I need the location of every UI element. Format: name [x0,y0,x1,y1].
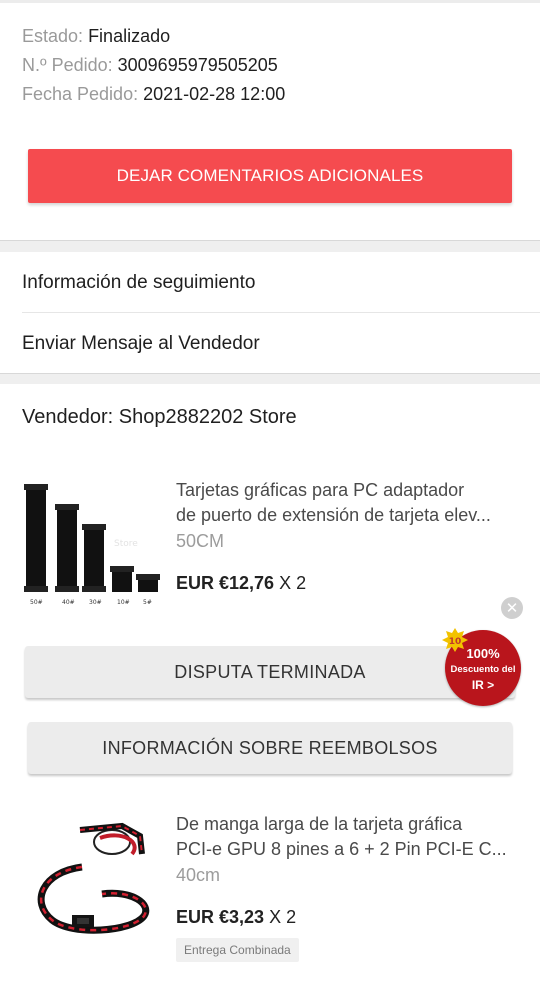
promo-percent: 100% [466,646,500,661]
product-2-image[interactable] [22,812,160,950]
order-status-label: Estado: [22,26,84,46]
section-divider [0,240,540,252]
promo-discount-badge[interactable]: 10 100% Descuento del IR > [442,628,521,706]
thumb-label: 40# [62,599,75,606]
thumb-label: 30# [89,599,102,606]
thumb-label: 10# [117,599,130,606]
thumb-label: 50# [30,599,43,606]
refund-info-button[interactable]: INFORMACIÓN SOBRE REEMBOLSOS [28,722,512,774]
dispute-finished-button[interactable]: DISPUTA TERMINADA [25,646,515,698]
product-1-title-line2: de puerto de extensión de tarjeta elev..… [176,505,491,525]
product-2-title[interactable]: De manga larga de la tarjeta gráfica PCI… [176,812,521,862]
order-date-value: 2021-02-28 12:00 [143,84,286,104]
order-date-row: Fecha Pedido: 2021-02-28 12:00 [22,80,285,109]
message-seller-link[interactable]: Enviar Mensaje al Vendedor [0,314,540,374]
order-status-value: Finalizado [88,26,171,46]
order-status-row: Estado: Finalizado [22,22,285,51]
product-2-title-line1: De manga larga de la tarjeta gráfica [176,814,463,834]
section-divider [0,373,540,384]
menu-separator [22,312,540,313]
promo-text: Descuento del [450,664,516,675]
product-2-title-line2: PCI-e GPU 8 pines a 6 + 2 Pin PCI-E C... [176,839,507,859]
product-1-qty: X 2 [279,573,307,593]
product-1-price: EUR €12,76 X 2 [176,573,306,594]
riser-cables-image: Store 50# 40# 30# 10# 5# [22,478,160,616]
gpu-cable-image [22,812,160,950]
thumb-watermark: Store [114,539,138,549]
product-1-variant: 50CM [176,531,225,551]
product-1-title-line1: Tarjetas gráficas para PC adaptador [176,480,465,500]
thumb-label: 5# [143,599,152,606]
tracking-info-label: Información de seguimiento [22,272,256,293]
order-number-value: 3009695979505205 [117,55,278,75]
product-2-qty: X 2 [269,907,297,927]
product-2-price-amount: EUR €3,23 [176,907,265,927]
order-info: Estado: Finalizado N.º Pedido: 300969597… [22,22,285,109]
product-2-variant: 40cm [176,865,221,885]
leave-feedback-button[interactable]: DEJAR COMENTARIOS ADICIONALES [28,149,512,203]
seller-name: Vendedor: Shop2882202 Store [22,406,297,428]
top-divider [0,0,540,3]
order-number-row: N.º Pedido: 3009695979505205 [22,51,285,80]
combined-delivery-tag: Entrega Combinada [176,938,299,962]
product-1-image[interactable]: Store 50# 40# 30# 10# 5# [22,478,160,616]
promo-cta: IR > [471,678,495,692]
order-date-label: Fecha Pedido: [22,84,139,104]
product-1-price-amount: EUR €12,76 [176,573,275,593]
close-promo-icon[interactable]: ✕ [501,597,523,619]
message-seller-label: Enviar Mensaje al Vendedor [22,333,260,354]
order-number-label: N.º Pedido: [22,55,113,75]
tracking-info-link[interactable]: Información de seguimiento [0,253,540,313]
product-2-price: EUR €3,23 X 2 [176,907,296,928]
product-1-title[interactable]: Tarjetas gráficas para PC adaptador de p… [176,478,521,528]
